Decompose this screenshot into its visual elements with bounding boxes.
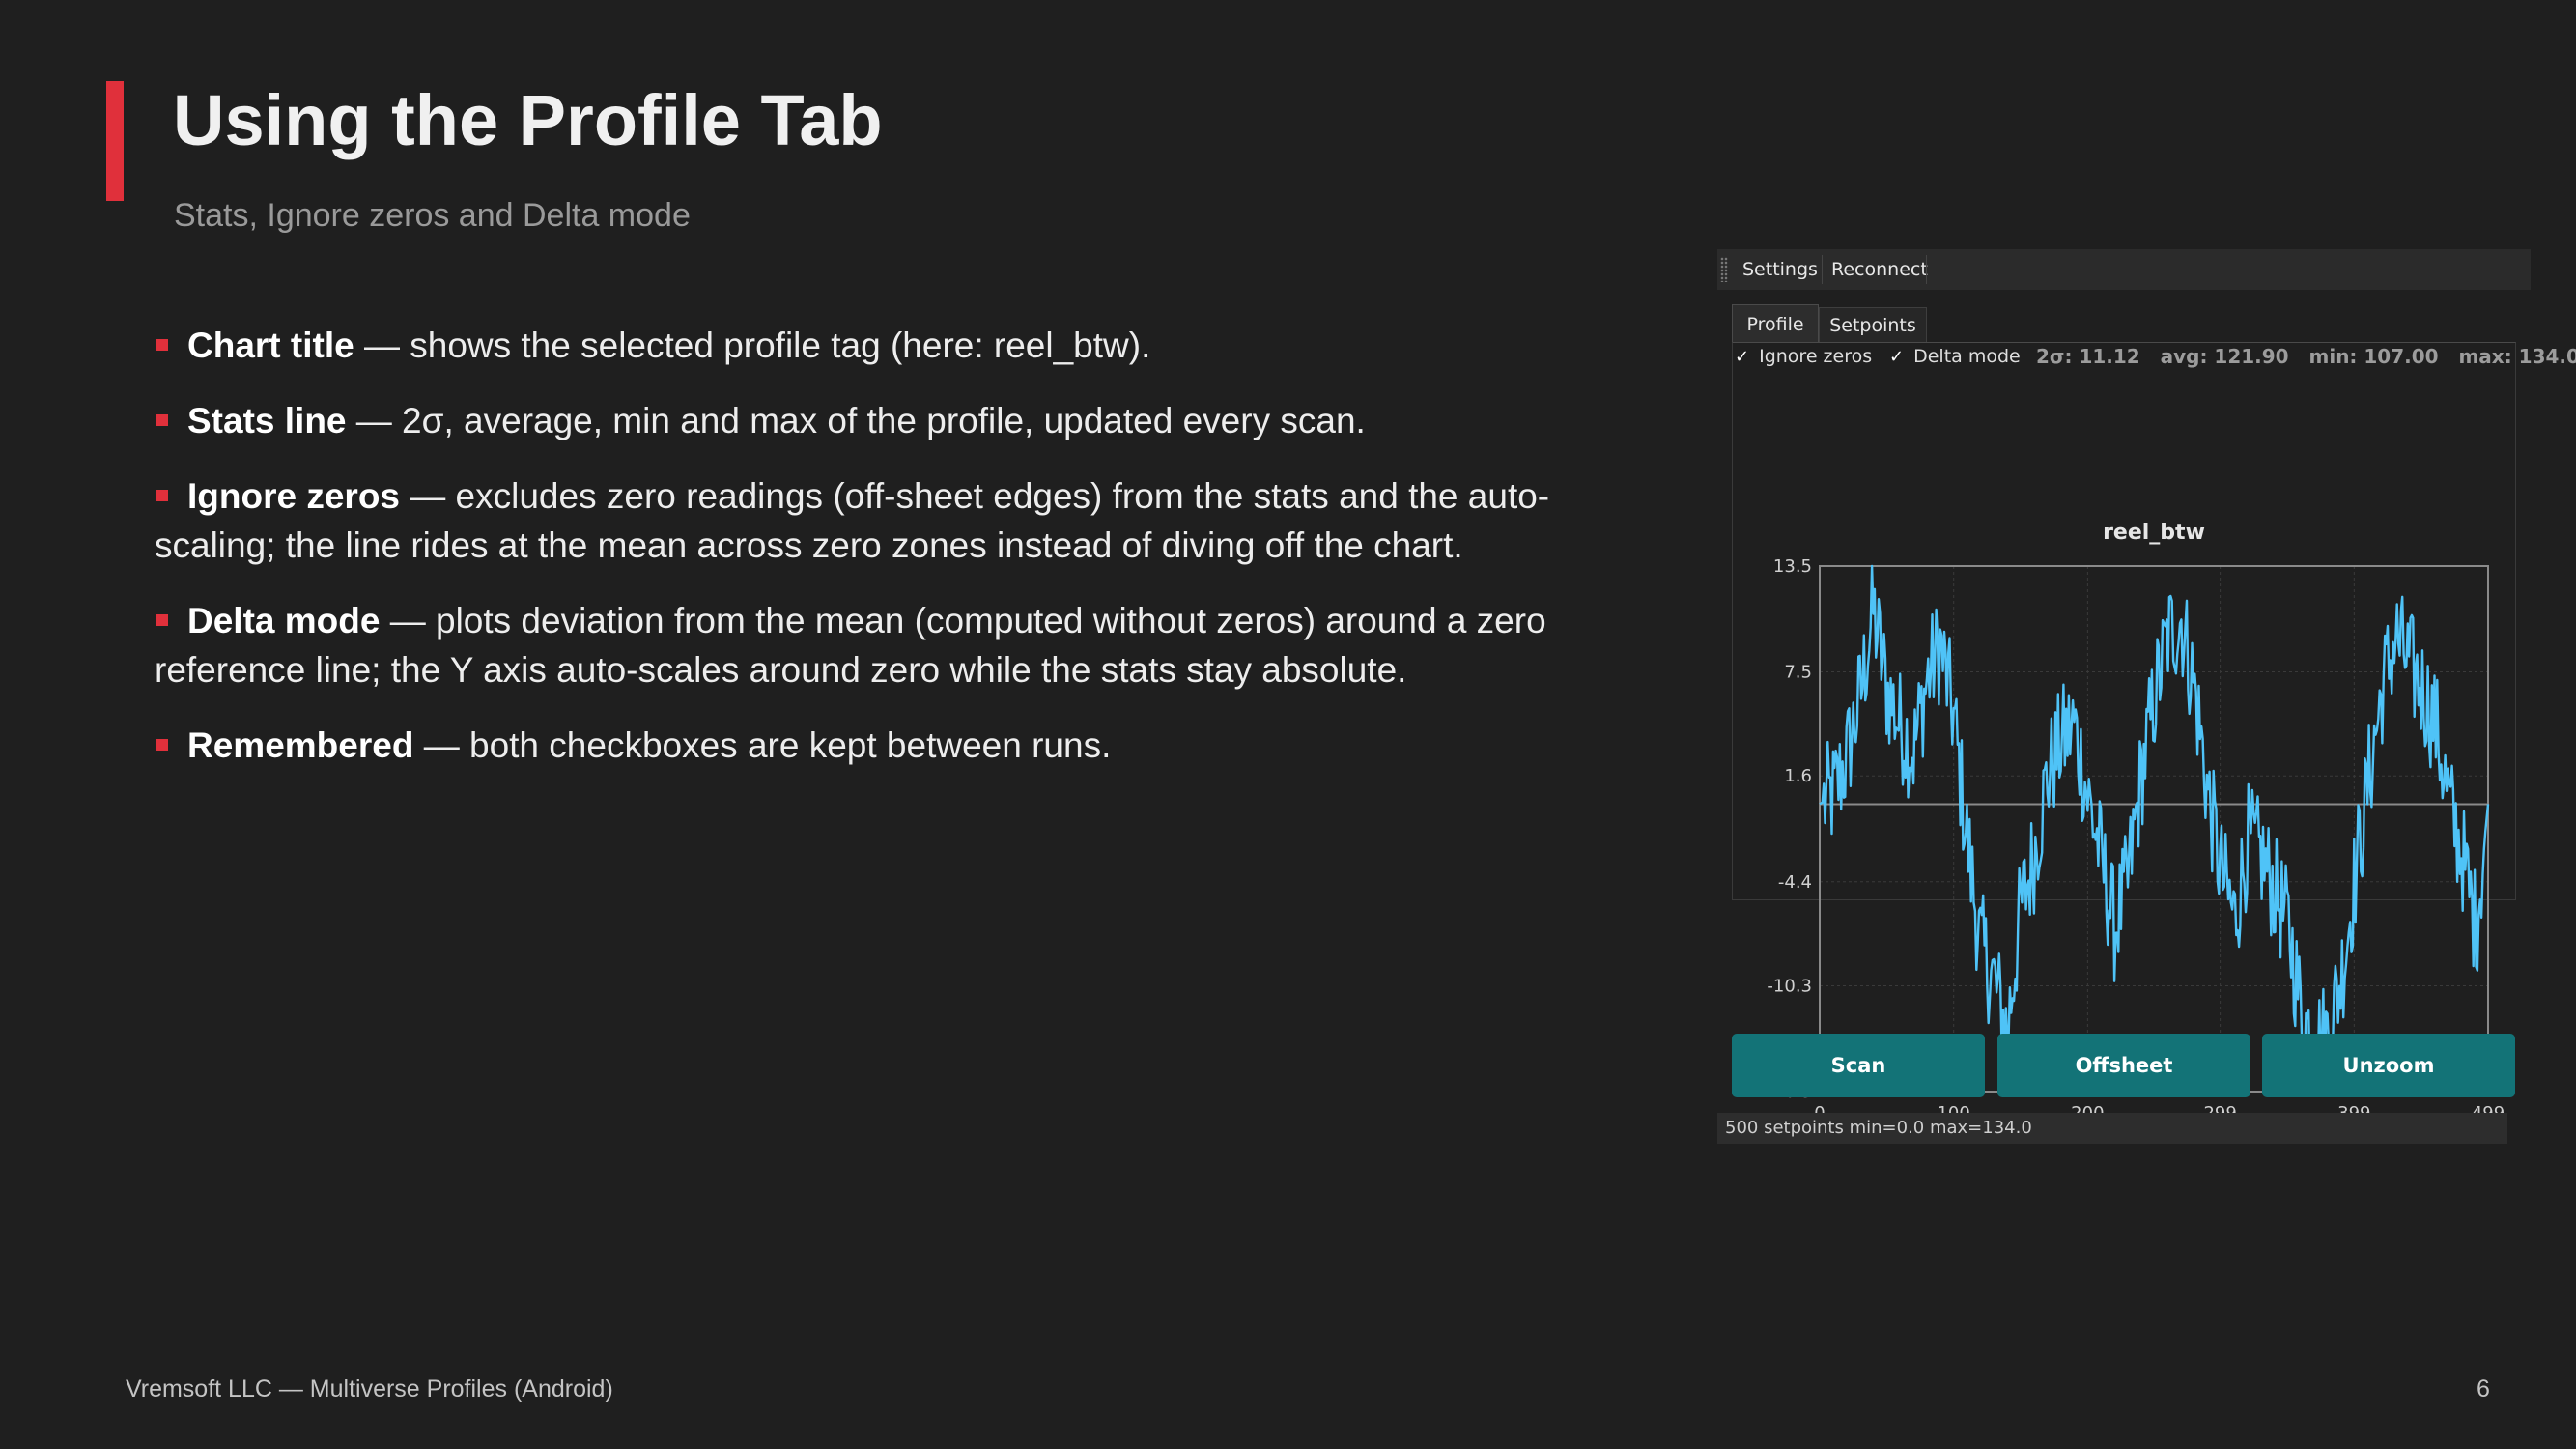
scan-button[interactable]: Scan [1732,1034,1985,1097]
bullet-ignore-zeros: Ignore zeros — excludes zero readings (o… [155,471,1623,570]
slide-subtitle: Stats, Ignore zeros and Delta mode [174,197,691,234]
toolbar-grip-handle[interactable] [1720,257,1728,282]
stat-min: min: 107.00 [2308,345,2439,368]
y-tick-label: 7.5 [1784,663,1812,683]
bullet-marker [156,414,168,427]
stat-max: max: 134.02 [2458,345,2576,368]
checkmark-icon: ✓ [1735,347,1750,367]
delta-mode-checkbox[interactable]: ✓ Delta mode [1889,340,2021,373]
toolbar-divider [1926,255,1927,284]
y-tick-label: 1.6 [1784,766,1812,786]
reconnect-button[interactable]: Reconnect [1831,249,1928,290]
unzoom-button[interactable]: Unzoom [2262,1034,2515,1097]
bullet-term: Chart title [187,326,354,365]
stats-line: 2σ: 11.12 avg: 121.90 min: 107.00 max: 1… [2036,340,2576,373]
checkmark-icon: ✓ [1889,347,1905,367]
y-tick-label: -10.3 [1767,976,1812,996]
ignore-zeros-label: Ignore zeros [1759,346,1873,367]
footer-text: Vremsoft LLC — Multiverse Profiles (Andr… [126,1376,613,1403]
bullet-text: — shows the selected profile tag (here: … [354,326,1151,365]
tab-setpoints[interactable]: Setpoints [1819,307,1927,343]
status-bar: 500 setpoints min=0.0 max=134.0 [1717,1113,2507,1144]
app-screenshot: Settings Reconnect Profile Setpoints ✓ Ig… [1717,249,2576,1146]
page-number: 6 [2477,1376,2490,1403]
toolbar: Settings Reconnect [1717,249,2531,290]
bullet-marker [156,614,168,627]
bullet-term: Delta mode [187,601,381,640]
stat-sigma: 2σ: 11.12 [2036,345,2140,368]
bullet-marker [156,739,168,752]
stat-avg: avg: 121.90 [2160,345,2289,368]
series-line-reel-btw [1819,564,2490,1089]
bullet-term: Remembered [187,725,414,765]
bullet-delta-mode: Delta mode — plots deviation from the me… [155,596,1623,695]
title-accent-bar [106,81,124,201]
bullet-marker [156,490,168,502]
chart-title: reel_btw [2103,521,2205,545]
settings-button[interactable]: Settings [1742,249,1818,290]
bullet-marker [156,339,168,352]
tab-profile[interactable]: Profile [1732,304,1819,343]
bullet-text: — both checkboxes are kept between runs. [413,725,1112,765]
bullet-list: Chart title — shows the selected profile… [155,321,1623,796]
offsheet-button[interactable]: Offsheet [1997,1034,2250,1097]
bullet-term: Stats line [187,401,347,440]
y-tick-label: -4.4 [1778,872,1812,893]
bullet-text: — 2σ, average, min and max of the profil… [346,401,1366,440]
delta-mode-label: Delta mode [1913,346,2021,367]
bullet-stats-line: Stats line — 2σ, average, min and max of… [155,396,1623,445]
slide-title: Using the Profile Tab [173,80,883,160]
bullet-chart-title: Chart title — shows the selected profile… [155,321,1623,370]
y-tick-label: 13.5 [1773,556,1812,577]
ignore-zeros-checkbox[interactable]: ✓ Ignore zeros [1735,340,1872,373]
toolbar-divider [1822,255,1823,284]
bullet-remembered: Remembered — both checkboxes are kept be… [155,721,1623,770]
bullet-term: Ignore zeros [187,476,400,516]
